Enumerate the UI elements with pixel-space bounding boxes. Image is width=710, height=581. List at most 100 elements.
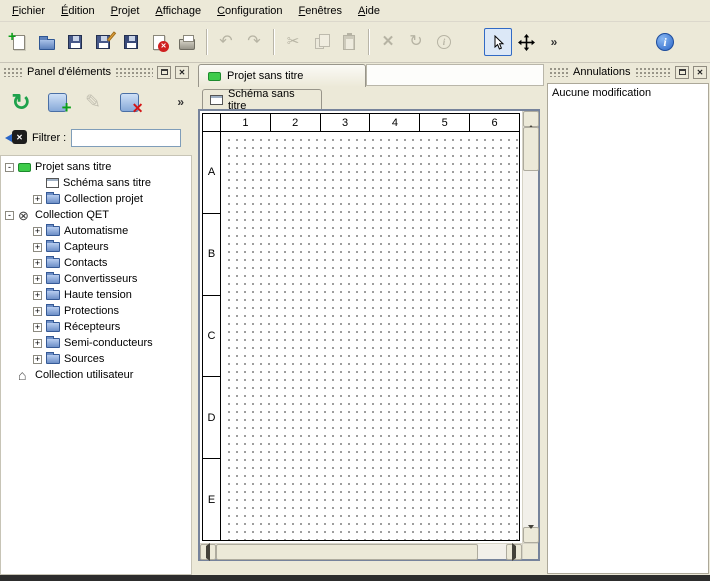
cut-button[interactable] [279,28,307,56]
copy-icon [315,38,324,49]
filter-input[interactable] [71,129,181,147]
close-icon [697,66,704,78]
menu-configuration[interactable]: Configuration [209,1,290,21]
expand-icon[interactable]: + [33,323,42,332]
close-file-button[interactable] [145,28,173,56]
tree-item-collection-projet[interactable]: + Collection projet [1,191,191,207]
delete-element-button[interactable] [114,87,144,117]
tabbar-empty-area [366,64,544,86]
element-info-button[interactable] [430,28,458,56]
new-element-button[interactable] [42,87,72,117]
paste-icon [343,35,355,50]
paste-button[interactable] [335,28,363,56]
tree-item-schema-sans-titre[interactable]: Schéma sans titre [1,175,191,191]
menu-fenetres[interactable]: Fenêtres [291,1,350,21]
undo-list[interactable]: Aucune modification [547,83,709,574]
save-button[interactable] [61,28,89,56]
scroll-down-button[interactable] [523,527,539,543]
tree-item-label: Récepteurs [64,321,120,333]
tree-item-recepteurs[interactable]: + Récepteurs [1,319,191,335]
menu-affichage[interactable]: Affichage [147,1,209,21]
expand-icon[interactable]: + [33,195,42,204]
scroll-left-button[interactable] [200,544,216,560]
float-icon [679,69,686,75]
tree-item-sources[interactable]: + Sources [1,351,191,367]
schema-view[interactable]: 1 2 3 4 5 6 A B C D E [198,109,540,561]
menu-edition[interactable]: Édition [53,1,103,21]
tree-item-automatisme[interactable]: + Automatisme [1,223,191,239]
expand-icon[interactable]: + [33,243,42,252]
float-panel-button[interactable] [675,66,689,79]
collapse-icon[interactable]: - [5,211,14,220]
tree-item-capteurs[interactable]: + Capteurs [1,239,191,255]
redo-button[interactable] [240,28,268,56]
float-panel-button[interactable] [157,66,171,79]
menu-projet[interactable]: Projet [103,1,148,21]
pan-mode-button[interactable] [512,28,540,56]
save-as-button[interactable] [89,28,117,56]
undo-button[interactable] [212,28,240,56]
tree-item-haute-tension[interactable]: + Haute tension [1,287,191,303]
copy-button[interactable] [307,28,335,56]
scroll-right-button[interactable] [506,544,522,560]
vertical-scroll-thumb[interactable] [523,127,539,171]
save-all-icon [124,35,138,49]
dock-grip[interactable] [549,67,569,77]
schema-grid[interactable] [222,133,519,540]
menu-fichier[interactable]: Fichier [4,1,53,21]
dock-grip[interactable] [635,67,672,77]
ruler-column: 3 [321,114,371,131]
tree-item-collection-qet[interactable]: - Collection QET [1,207,191,223]
horizontal-scroll-thumb[interactable] [216,544,478,560]
tab-schema-sans-titre[interactable]: Schéma sans titre [202,89,322,109]
ruler-column: 5 [420,114,470,131]
arrow-right-icon [512,546,516,558]
dock-grip[interactable] [3,67,23,77]
open-button[interactable] [33,28,61,56]
rotate-icon [409,34,422,50]
elements-panel-titlebar[interactable]: Panel d'éléments [0,63,192,81]
horizontal-scrollbar[interactable] [200,543,522,559]
close-panel-button[interactable] [175,66,189,79]
panel-toolbar-overflow-button[interactable]: » [175,93,186,111]
menu-aide[interactable]: Aide [350,1,388,21]
tree-item-collection-utilisateur[interactable]: Collection utilisateur [1,367,191,383]
expand-icon[interactable]: + [33,355,42,364]
select-mode-button[interactable] [484,28,512,56]
toolbar-overflow-button[interactable]: » [540,28,568,56]
new-document-button[interactable] [5,28,33,56]
tree-item-semi-conducteurs[interactable]: + Semi-conducteurs [1,335,191,351]
collapse-icon[interactable]: - [5,163,14,172]
expand-icon[interactable]: + [33,307,42,316]
expand-icon[interactable]: + [33,259,42,268]
edit-element-button[interactable] [78,87,108,117]
ruler-column: 6 [470,114,519,131]
vertical-scrollbar[interactable] [522,111,538,543]
expand-icon[interactable]: + [33,275,42,284]
about-button[interactable] [651,28,679,56]
tree-item-protections[interactable]: + Protections [1,303,191,319]
tab-projet-sans-titre[interactable]: Projet sans titre [198,64,366,87]
filter-row: Filtrer : [0,127,192,149]
delete-button[interactable] [374,28,402,56]
expand-icon[interactable]: + [33,291,42,300]
tree-item-contacts[interactable]: + Contacts [1,255,191,271]
reload-collections-button[interactable] [6,87,36,117]
scroll-up-button[interactable] [523,111,539,127]
about-icon [656,33,674,51]
close-panel-button[interactable] [693,66,707,79]
tree-item-convertisseurs[interactable]: + Convertisseurs [1,271,191,287]
expand-icon[interactable]: + [33,339,42,348]
print-button[interactable] [173,28,201,56]
tree-item-projet-sans-titre[interactable]: - Projet sans titre [1,159,191,175]
save-all-button[interactable] [117,28,145,56]
undo-panel-titlebar[interactable]: Annulations [546,63,710,81]
ruler-column: 4 [370,114,420,131]
row-ruler: A B C D E [203,132,221,540]
dock-grip[interactable] [115,67,153,77]
toolbar-separator [368,29,369,55]
clear-filter-button[interactable] [5,130,27,146]
cut-icon [287,34,300,50]
rotate-button[interactable] [402,28,430,56]
expand-icon[interactable]: + [33,227,42,236]
